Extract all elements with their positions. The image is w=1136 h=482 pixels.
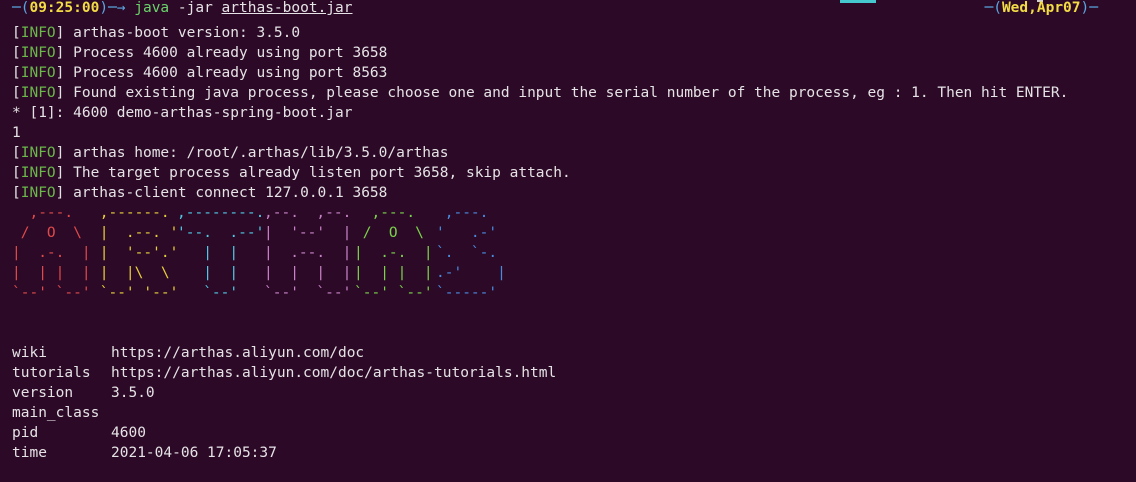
prompt-date-open: ─( (984, 0, 1002, 16)
command-name: java (134, 0, 170, 16)
info-value: https://arthas.aliyun.com/doc (111, 345, 365, 361)
info-row: tutorials https://arthas.aliyun.com/doc/a… (12, 363, 556, 383)
info-row: pid 4600 (12, 423, 146, 443)
log-line: [INFO] arthas-boot version: 3.5.0 (12, 25, 301, 41)
info-tag: INFO (20, 145, 56, 161)
info-value: 2021-04-06 17:05:37 (111, 445, 277, 461)
info-key: time (12, 445, 47, 461)
log-text: Process 4600 already using port 3658 (64, 45, 388, 61)
info-row: time 2021-04-06 17:05:37 (12, 443, 277, 463)
info-row: main_class (12, 403, 111, 423)
log-text: arthas-boot version: 3.5.0 (64, 25, 301, 41)
shell-prompt: ─(09:25:00)─→ java -jar arthas-boot.jar (12, 0, 353, 18)
tab-indicator (840, 0, 876, 3)
info-value: 3.5.0 (111, 385, 155, 401)
log-line: [INFO] The target process already listen… (12, 165, 571, 181)
log-line: [INFO] Process 4600 already using port 3… (12, 45, 388, 61)
info-value: https://arthas.aliyun.com/doc/arthas-tut… (111, 365, 557, 381)
process-choice: * [1]: 4600 demo-arthas-spring-boot.jar (12, 105, 353, 121)
logo-letter-a2: ,---. / O \ | .-. | | | | | `--' `--' (354, 205, 433, 301)
prompt-time: 09:25:00 (29, 0, 100, 16)
logo-letter-r: ,------. | .--. ' | '--'.' | |\ \ `--' '… (99, 205, 179, 301)
log-text: The target process already listen port 3… (64, 165, 571, 181)
prompt-date-close: )─ (1080, 0, 1098, 16)
logo-letter-s: ,---. ' .-' `. `-. .-' | `-----' (436, 205, 506, 301)
log-line: [INFO] Process 4600 already using port 8… (12, 65, 388, 81)
log-line: [INFO] arthas-client connect 127.0.0.1 3… (12, 185, 388, 201)
log-text: arthas-client connect 127.0.0.1 3658 (64, 185, 388, 201)
prompt-frame-left: ─( (12, 0, 30, 16)
prompt-date: ─(Wed,Apr07)─ (984, 0, 1098, 18)
terminal-window[interactable]: ─(09:25:00)─→ java -jar arthas-boot.jar … (0, 0, 1136, 482)
info-key: tutorials (12, 365, 91, 381)
info-key: version (12, 385, 74, 401)
log-line: [INFO] arthas home: /root/.arthas/lib/3.… (12, 145, 449, 161)
info-row: wiki https://arthas.aliyun.com/doc (12, 343, 364, 363)
info-key: main_class (12, 405, 100, 421)
info-value: 4600 (111, 425, 146, 441)
command-jar: arthas-boot.jar (221, 0, 353, 16)
info-tag: INFO (20, 25, 56, 41)
logo-letter-a: ,---. / O \ | .-. | | | | | `--' `--' (12, 205, 91, 301)
prompt-arrow: )─→ (99, 0, 135, 16)
info-tag: INFO (20, 45, 56, 61)
user-input: 1 (12, 125, 21, 141)
info-key: wiki (12, 345, 47, 361)
info-key: pid (12, 425, 39, 441)
info-row: version 3.5.0 (12, 383, 155, 403)
logo-letter-h: ,--. ,--. | '--' | | .--. | | | | | `--'… (264, 205, 352, 301)
logo-letter-t: ,--------. '--. .--' | | | | `--' (177, 205, 265, 301)
info-tag: INFO (20, 85, 56, 101)
prompt-date-value: Wed,Apr07 (1001, 0, 1081, 16)
log-text: arthas home: /root/.arthas/lib/3.5.0/art… (64, 145, 449, 161)
info-tag: INFO (20, 65, 56, 81)
log-text: Process 4600 already using port 8563 (64, 65, 388, 81)
info-tag: INFO (20, 165, 56, 181)
log-text: Found existing java process, please choo… (64, 85, 1069, 101)
command-args: -jar (169, 0, 222, 16)
log-line: [INFO] Found existing java process, plea… (12, 85, 1069, 101)
info-tag: INFO (20, 185, 56, 201)
